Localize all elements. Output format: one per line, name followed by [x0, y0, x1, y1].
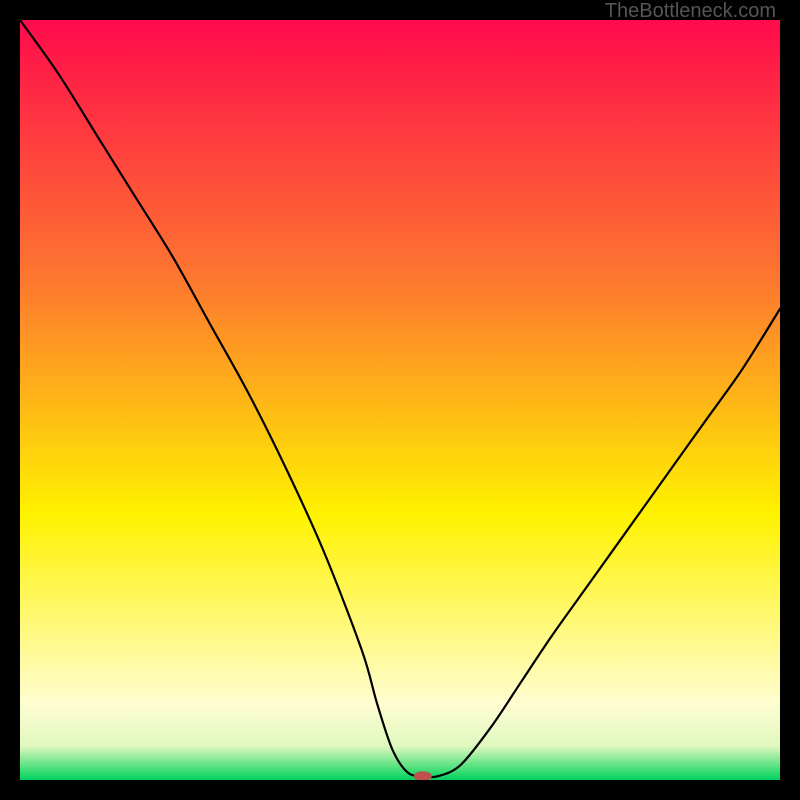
chart-svg — [20, 20, 780, 780]
gradient-background — [20, 20, 780, 780]
plot-area — [20, 20, 780, 780]
watermark-text: TheBottleneck.com — [605, 0, 776, 23]
chart-frame: TheBottleneck.com — [0, 0, 800, 800]
